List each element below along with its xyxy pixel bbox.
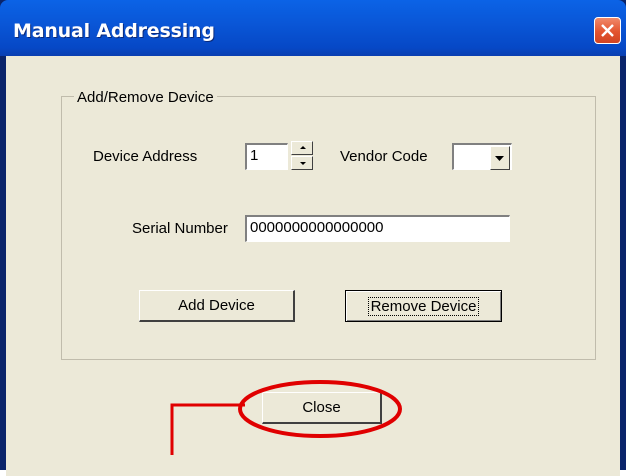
dialog-window: Manual Addressing Add/Remove Device Devi… (0, 0, 626, 476)
highlight-ellipse (238, 380, 402, 438)
callout-line (170, 403, 245, 455)
callout-annotation (170, 380, 402, 455)
